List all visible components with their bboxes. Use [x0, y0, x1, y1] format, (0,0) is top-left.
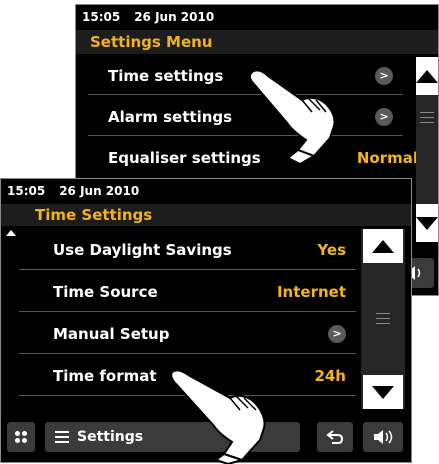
status-date: 26 Jun 2010	[134, 10, 215, 24]
status-time: 15:05	[7, 184, 46, 198]
status-bar: 15:05 26 Jun 2010	[76, 5, 438, 29]
menu-item-time-source[interactable]: Time Source Internet	[19, 272, 356, 312]
daylight-savings-value: Yes	[317, 240, 346, 259]
volume-icon	[374, 430, 393, 444]
scroll-up-button[interactable]	[416, 57, 438, 95]
status-time: 15:05	[82, 10, 121, 24]
menu-item-label: Manual Setup	[53, 324, 170, 343]
menu-item-daylight-savings[interactable]: Use Daylight Savings Yes	[19, 230, 356, 270]
scroll-down-icon	[372, 385, 394, 399]
menu-item-label: Time settings	[108, 66, 224, 85]
page-title-bar: Settings Menu	[76, 30, 438, 54]
menu-item-manual-setup[interactable]: Manual Setup >	[19, 314, 356, 354]
scroll-up-icon	[372, 239, 394, 253]
page-title: Time Settings	[35, 206, 153, 224]
menu-item-label: Equaliser settings	[108, 149, 261, 167]
status-date: 26 Jun 2010	[59, 184, 140, 198]
scroll-up-button[interactable]	[363, 229, 403, 263]
pointing-hand-icon	[170, 369, 266, 464]
back-arrow-icon	[326, 430, 344, 444]
scroll-up-icon	[416, 69, 438, 83]
settings-menu-label: Settings	[77, 429, 144, 445]
page-title: Settings Menu	[90, 33, 213, 51]
chevron-right-icon[interactable]: >	[375, 66, 393, 85]
grid-icon	[15, 431, 27, 443]
pointing-hand-icon	[248, 69, 336, 164]
menu-item-label: Alarm settings	[108, 107, 233, 126]
scroll-down-icon	[416, 216, 438, 230]
status-bar: 15:05 26 Jun 2010	[1, 179, 411, 203]
home-grid-button[interactable]	[7, 422, 35, 452]
scroll-thumb[interactable]	[376, 313, 390, 324]
menu-item-alarm-settings[interactable]: Alarm settings >	[88, 98, 403, 136]
equaliser-value: Normal	[356, 149, 418, 167]
menu-item-label: Use Daylight Savings	[53, 240, 232, 259]
chevron-right-icon[interactable]: >	[328, 324, 346, 343]
time-format-value: 24h	[314, 366, 346, 385]
scroll-down-button[interactable]	[416, 204, 438, 242]
scroll-position-indicator-icon	[6, 230, 16, 236]
time-source-value: Internet	[276, 282, 346, 301]
scrollbar[interactable]	[361, 229, 405, 409]
volume-button[interactable]	[363, 422, 403, 452]
scroll-thumb[interactable]	[420, 112, 434, 123]
back-button[interactable]	[317, 422, 353, 452]
page-title-bar: Time Settings	[1, 204, 411, 226]
menu-item-label: Time Source	[53, 282, 158, 301]
menu-item-label: Time format	[53, 366, 157, 385]
scroll-down-button[interactable]	[363, 375, 403, 409]
menu-lines-icon	[55, 431, 69, 443]
chevron-right-icon[interactable]: >	[375, 107, 393, 126]
menu-item-time-settings[interactable]: Time settings >	[88, 57, 403, 95]
scrollbar[interactable]	[416, 57, 438, 242]
